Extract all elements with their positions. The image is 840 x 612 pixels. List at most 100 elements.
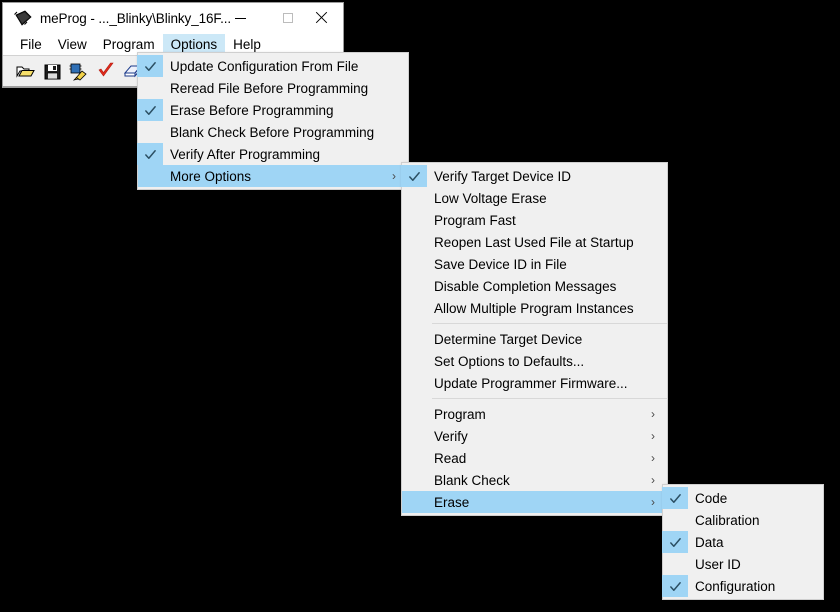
chevron-right-icon: › (651, 429, 655, 443)
checkmark-icon (137, 99, 163, 121)
chevron-right-icon: › (651, 451, 655, 465)
menu-item-erase-configuration[interactable]: Configuration (662, 575, 823, 597)
chevron-right-icon: › (651, 473, 655, 487)
checkmark-slot (401, 231, 427, 253)
menu-item-erase[interactable]: Erase › (402, 491, 667, 513)
minimize-icon (235, 17, 246, 19)
checkmark-slot (137, 165, 163, 187)
menu-item-program-fast[interactable]: Program Fast (402, 209, 667, 231)
menu-item-label: Reread File Before Programming (170, 80, 369, 96)
menu-item-label: Program (434, 406, 486, 422)
minimize-button[interactable] (218, 3, 263, 33)
chip-icon (11, 8, 33, 30)
menu-item-read[interactable]: Read › (402, 447, 667, 469)
close-button[interactable] (298, 3, 343, 33)
menu-item-label: Allow Multiple Program Instances (434, 300, 634, 316)
menu-item-erase-data[interactable]: Data (662, 531, 823, 553)
checkmark-slot (662, 509, 688, 531)
checkmark-icon (662, 575, 688, 597)
menu-item-label: Code (695, 490, 728, 506)
menu-item-disable-completion-messages[interactable]: Disable Completion Messages (402, 275, 667, 297)
menu-item-label: Update Configuration From File (170, 58, 359, 74)
screen: meProg - ..._Blinky\Blinky_16F... File V… (0, 0, 840, 612)
menubar-item-program-label: Program (102, 37, 155, 52)
verify-icon[interactable] (96, 61, 116, 81)
menu-item-set-options-to-defaults[interactable]: Set Options to Defaults... (402, 350, 667, 372)
title-bar[interactable]: meProg - ..._Blinky\Blinky_16F... (3, 3, 343, 34)
menu-item-label: Determine Target Device (434, 331, 583, 347)
menu-item-label: Data (695, 534, 724, 550)
checkmark-slot (401, 253, 427, 275)
menubar-item-view[interactable]: View (50, 34, 95, 55)
open-file-icon[interactable] (15, 61, 35, 81)
menu-item-erase-calibration[interactable]: Calibration (663, 509, 823, 531)
chevron-right-icon: › (651, 495, 655, 509)
menu-item-erase-before-programming[interactable]: Erase Before Programming (137, 99, 408, 121)
checkmark-slot (401, 328, 427, 350)
menubar-item-help-label: Help (233, 37, 261, 52)
menu-item-more-options[interactable]: More Options › (138, 165, 408, 187)
checkmark-slot (401, 447, 427, 469)
menu-item-label: User ID (695, 556, 741, 572)
menu-item-label: Configuration (695, 578, 776, 594)
menu-item-allow-multiple-program-instances[interactable]: Allow Multiple Program Instances (402, 297, 667, 319)
menu-item-update-configuration-from-file[interactable]: Update Configuration From File (137, 55, 408, 77)
checkmark-slot (662, 553, 688, 575)
menu-item-label: Erase Before Programming (170, 102, 334, 118)
menu-item-label: Read (434, 450, 467, 466)
menu-separator (432, 398, 667, 399)
more-options-menu: Verify Target Device ID Low Voltage Eras… (401, 162, 668, 516)
checkmark-slot (401, 275, 427, 297)
program-device-icon[interactable] (69, 61, 89, 81)
checkmark-slot (401, 403, 427, 425)
menu-item-label: Set Options to Defaults... (434, 353, 585, 369)
menu-item-reopen-last-used-file-at-startup[interactable]: Reopen Last Used File at Startup (402, 231, 667, 253)
checkmark-icon (662, 531, 688, 553)
menubar-item-file-label: File (20, 37, 42, 52)
menubar-item-options-label: Options (170, 37, 218, 52)
checkmark-slot (401, 469, 427, 491)
checkmark-icon (137, 55, 163, 77)
checkmark-icon (662, 487, 688, 509)
menu-item-program[interactable]: Program › (402, 403, 667, 425)
checkmark-icon (137, 143, 163, 165)
chevron-right-icon: › (651, 407, 655, 421)
menubar-item-file[interactable]: File (12, 34, 50, 55)
checkmark-slot (137, 121, 163, 143)
menu-item-save-device-id-in-file[interactable]: Save Device ID in File (402, 253, 667, 275)
menu-item-label: More Options (170, 168, 252, 184)
menu-item-verify-after-programming[interactable]: Verify After Programming (137, 143, 408, 165)
checkmark-slot (401, 491, 427, 513)
checkmark-slot (137, 77, 163, 99)
menu-item-label: Verify After Programming (170, 146, 321, 162)
menu-item-verify-target-device-id[interactable]: Verify Target Device ID (401, 165, 667, 187)
checkmark-slot (401, 187, 427, 209)
menu-item-blank-check[interactable]: Blank Check › (402, 469, 667, 491)
menu-item-update-programmer-firmware[interactable]: Update Programmer Firmware... (402, 372, 667, 394)
menu-item-label: Update Programmer Firmware... (434, 375, 628, 391)
menu-item-label: Low Voltage Erase (434, 190, 547, 206)
menu-item-label: Verify Target Device ID (434, 168, 572, 184)
menu-item-label: Calibration (695, 512, 760, 528)
erase-submenu: Code Calibration Data User ID Configurat… (662, 484, 824, 600)
menu-item-label: Blank Check Before Programming (170, 124, 375, 140)
menu-item-low-voltage-erase[interactable]: Low Voltage Erase (402, 187, 667, 209)
checkmark-slot (401, 209, 427, 231)
options-menu: Update Configuration From File Reread Fi… (137, 52, 409, 190)
checkmark-slot (401, 297, 427, 319)
menu-item-erase-user-id[interactable]: User ID (663, 553, 823, 575)
menu-item-erase-code[interactable]: Code (662, 487, 823, 509)
menu-item-reread-file-before-programming[interactable]: Reread File Before Programming (138, 77, 408, 99)
menu-item-label: Program Fast (434, 212, 516, 228)
checkmark-slot (401, 372, 427, 394)
menu-item-label: Disable Completion Messages (434, 278, 617, 294)
menu-item-label: Verify (434, 428, 468, 444)
menu-item-label: Erase (434, 494, 470, 510)
checkmark-icon (401, 165, 427, 187)
menu-item-determine-target-device[interactable]: Determine Target Device (402, 328, 667, 350)
window-title: meProg - ..._Blinky\Blinky_16F... (40, 11, 232, 26)
save-file-icon[interactable] (42, 61, 62, 81)
maximize-icon (282, 13, 293, 23)
menu-item-verify[interactable]: Verify › (402, 425, 667, 447)
menu-item-blank-check-before-programming[interactable]: Blank Check Before Programming (138, 121, 408, 143)
